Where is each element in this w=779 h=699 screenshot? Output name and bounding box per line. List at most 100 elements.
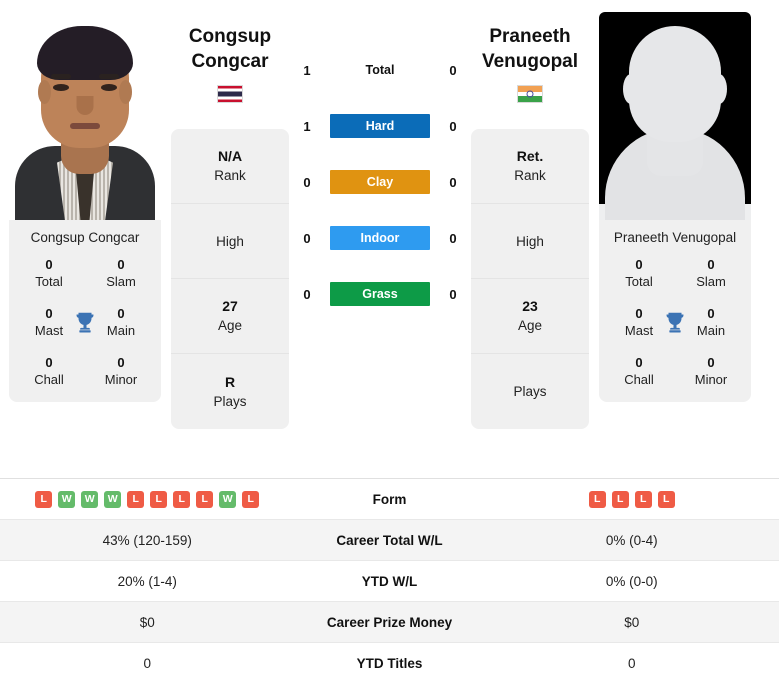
ashoka-chakra-icon [526,90,534,98]
h2h-surface-badge-grass[interactable]: Grass [330,282,430,306]
titles-row: 0 Chall 0 Minor [9,355,161,388]
info-value: Ret. [516,148,544,164]
title-stat-minor: 0 Minor [687,355,735,388]
portrait-illustration [9,12,161,220]
right-ytd-titles: 0 [627,656,636,671]
form-badge-loss[interactable]: L [173,490,191,508]
right-player-name: Praneeth Venugopal [482,24,578,74]
left-titles-card: Congsup Congcar 0 Total 0 Slam 0 Mast 0 … [9,220,161,402]
h2h-right-score: 0 [449,286,457,302]
right-card-player-name: Praneeth Venugopal [613,230,737,245]
right-ytd-wl: 0% (0-0) [605,573,658,589]
table-row-ytd-titles: 0 YTD Titles 0 [0,643,779,684]
stat-label: Mast [624,323,654,338]
form-badge-win[interactable]: W [58,490,76,508]
stat-value: 0 [117,257,125,272]
row-label-ytd-wl: YTD W/L [361,573,418,589]
titles-row: 0 Total 0 Slam [9,257,161,290]
form-badge-win[interactable]: W [81,490,99,508]
stat-label: Slam [696,274,726,289]
left-player-info-column: Congsup Congcar N/A Rank High 27 Age R P… [170,0,290,429]
stat-label: Main [106,323,136,338]
form-badge-loss[interactable]: L [127,490,145,508]
right-info-plays: Plays [471,354,589,429]
title-stat-slam: 0 Slam [687,257,735,290]
form-badge-loss[interactable]: L [634,490,652,508]
head-to-head-surfaces: 1 Total 0 1 Hard 0 0 Clay 0 0 Indoor 0 0… [290,0,470,308]
titles-row: 0 Mast 0 Main [9,306,161,339]
title-stat-total: 0 Total [615,257,663,290]
h2h-right-score: 0 [449,118,457,134]
h2h-row-hard: 1 Hard 0 [290,112,470,140]
left-player-card: Congsup Congcar 0 Total 0 Slam 0 Mast 0 … [0,0,170,402]
info-label: Rank [514,168,546,183]
h2h-surface-badge-indoor[interactable]: Indoor [330,226,430,250]
info-label: Plays [213,393,247,409]
info-label: Plays [513,384,547,399]
stat-value: 0 [707,257,715,272]
info-label: High [216,233,244,249]
form-badge-win[interactable]: W [219,490,237,508]
form-badge-loss[interactable]: L [150,490,168,508]
left-player-last-name: Congcar [191,51,269,72]
stat-value: 0 [635,257,643,272]
info-value: N/A [217,148,243,164]
form-badge-loss[interactable]: L [35,490,53,508]
h2h-row-indoor: 0 Indoor 0 [290,224,470,252]
left-info-high: High [171,204,289,279]
form-badge-win[interactable]: W [104,490,122,508]
right-player-card: Praneeth Venugopal 0 Total 0 Slam 0 Mast… [590,0,760,402]
right-info-high: High [471,204,589,279]
right-titles-card: Praneeth Venugopal 0 Total 0 Slam 0 Mast… [599,220,751,402]
left-player-photo [9,12,161,220]
table-row-form: LWWWLLLLWL Form LLLL [0,479,779,520]
stat-value: 0 [45,306,53,321]
h2h-right-score: 0 [449,62,457,78]
title-stat-minor: 0 Minor [97,355,145,388]
left-info-rank: N/A Rank [171,129,289,204]
h2h-right-score: 0 [449,230,457,246]
thailand-flag-icon [217,85,243,103]
stat-value: 0 [707,355,715,370]
right-career-prize-money: $0 [624,614,640,630]
title-stat-chall: 0 Chall [615,355,663,388]
left-info-card: N/A Rank High 27 Age R Plays [171,129,289,429]
h2h-surface-badge-clay[interactable]: Clay [330,170,430,194]
info-label: High [516,233,544,249]
stat-value: 0 [117,355,125,370]
title-stat-main: 0 Main [97,306,145,339]
trophy-icon [76,312,94,333]
h2h-left-score: 1 [303,62,311,78]
right-form-strip: LLLL [485,490,779,508]
stat-label: Chall [34,372,64,387]
left-form-cell: LWWWLLLLWL [0,490,295,508]
right-player-photo [599,12,751,220]
left-form-strip: LWWWLLLLWL [0,490,295,508]
table-row-career-prize-money: $0 Career Prize Money $0 [0,602,779,643]
info-label: Age [517,318,543,333]
right-player-info-column: Praneeth Venugopal Ret. Rank High 23 Age… [470,0,590,429]
left-info-age: 27 Age [171,279,289,354]
left-ytd-wl: 20% (1-4) [117,573,177,589]
right-career-total-wl: 0% (0-4) [605,532,658,548]
row-label-ytd-titles: YTD Titles [356,656,423,671]
h2h-surface-badge-hard[interactable]: Hard [330,114,430,138]
person-silhouette-icon [599,12,751,220]
stat-label: Minor [104,372,138,387]
h2h-surface-label-total: Total [365,63,395,77]
h2h-right-score: 0 [449,174,457,190]
form-badge-loss[interactable]: L [657,490,675,508]
right-info-card: Ret. Rank High 23 Age Plays [471,129,589,429]
left-career-prize-money: $0 [139,614,155,630]
info-value: 27 [222,298,238,314]
form-badge-loss[interactable]: L [588,490,606,508]
form-badge-loss[interactable]: L [196,490,214,508]
info-value: 23 [522,298,538,314]
form-badge-loss[interactable]: L [611,490,629,508]
form-badge-loss[interactable]: L [242,490,260,508]
info-label: Rank [214,168,246,183]
h2h-left-score: 1 [303,118,311,134]
stat-label: Minor [694,372,728,387]
left-info-plays: R Plays [171,354,289,429]
stat-label: Mast [34,323,64,338]
